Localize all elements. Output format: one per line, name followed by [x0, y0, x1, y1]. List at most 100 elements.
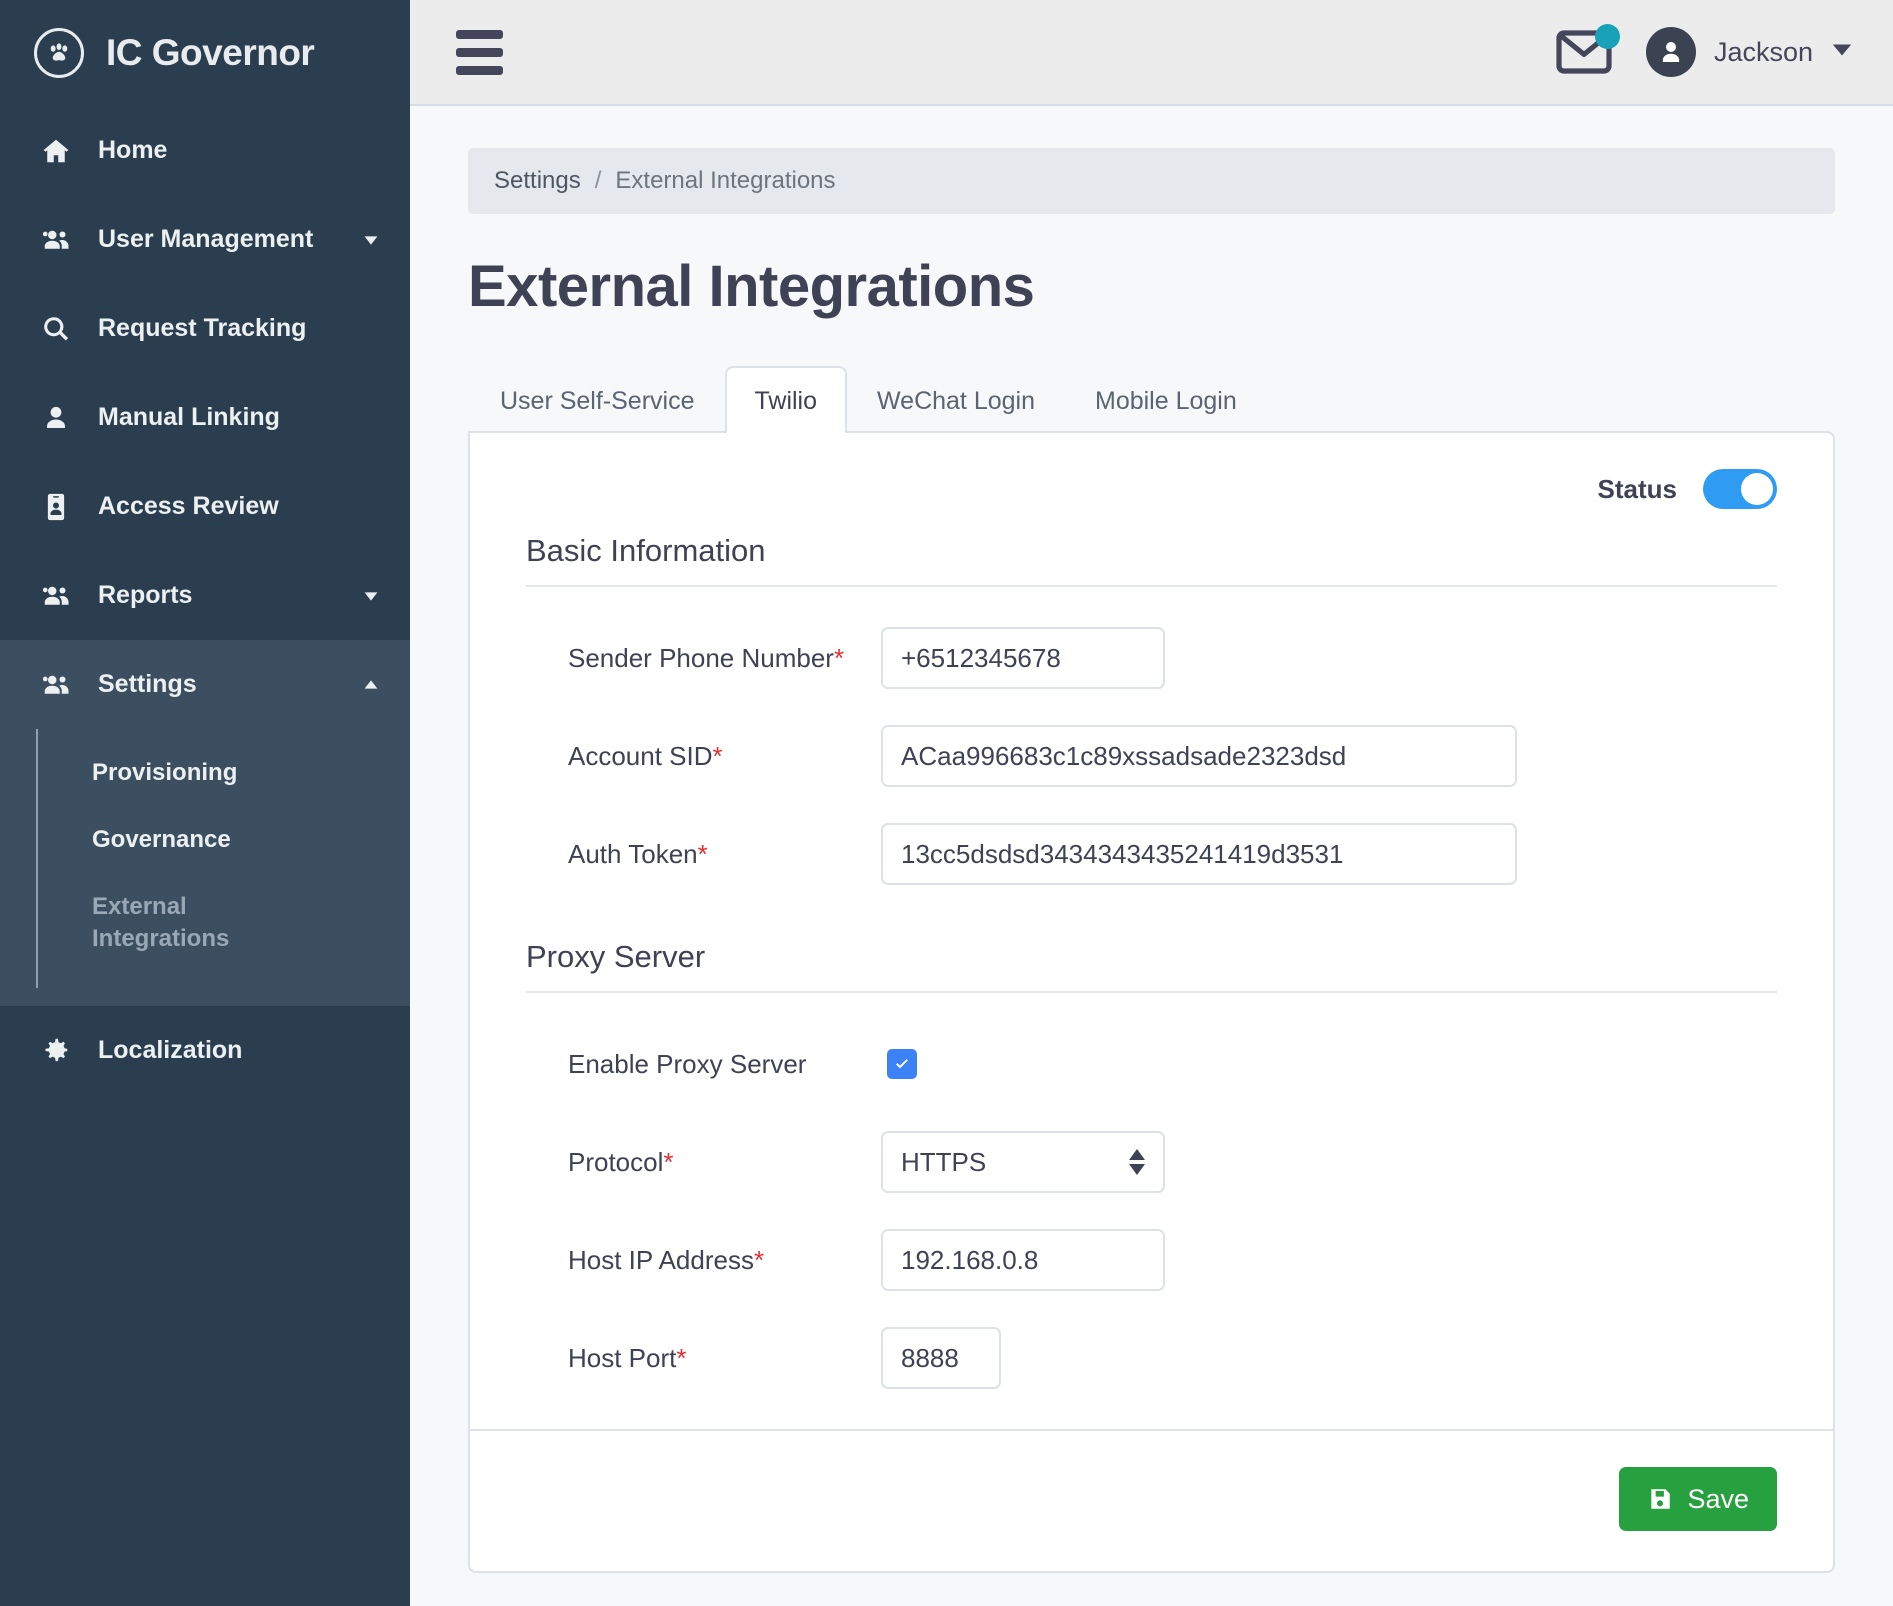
- user-name: Jackson: [1713, 36, 1813, 67]
- protocol-value: HTTPS: [901, 1146, 987, 1177]
- paw-circle-icon: [34, 28, 84, 78]
- sidebar-subnav-settings: Provisioning Governance External Integra…: [0, 729, 410, 1006]
- sidebar-group-settings: Settings Provisioning Governance Externa…: [0, 640, 410, 1006]
- breadcrumb-current: External Integrations: [615, 167, 836, 194]
- sidebar-subitem-governance[interactable]: Governance: [0, 806, 410, 873]
- topbar-actions: Jackson: [1556, 24, 1853, 77]
- notification-dot: [1594, 24, 1620, 49]
- label-text: Protocol: [568, 1146, 664, 1177]
- sidebar-subitem-label: External Integrations: [92, 893, 230, 952]
- sender-phone-number-label: Sender Phone Number*: [526, 643, 881, 674]
- required-mark: *: [753, 1244, 765, 1275]
- main-area: Jackson Settings / External Integrations…: [410, 0, 1893, 1606]
- host-port-label: Host Port*: [526, 1343, 881, 1374]
- sender-phone-number-input[interactable]: +6512345678: [881, 627, 1165, 689]
- gear-icon: [34, 1035, 78, 1065]
- envelope-icon[interactable]: [1556, 24, 1620, 74]
- protocol-select[interactable]: HTTPS: [881, 1131, 1165, 1193]
- users-icon: [34, 225, 78, 255]
- auth-token-input[interactable]: 13cc5dsdsd3434343435241419d3531: [881, 823, 1517, 885]
- account-sid-input[interactable]: ACaa996683c1c89xssadsade2323dsd: [881, 725, 1517, 787]
- home-icon: [34, 136, 78, 166]
- host-port-input[interactable]: 8888: [881, 1327, 1001, 1389]
- field-row: Account SID* ACaa996683c1c89xssadsade232…: [526, 715, 1777, 797]
- sidebar-item-label: Reports: [98, 581, 193, 609]
- field-row: Enable Proxy Server: [526, 1023, 1777, 1105]
- tab-wechat-login[interactable]: WeChat Login: [847, 366, 1065, 433]
- field-row: Protocol* HTTPS: [526, 1121, 1777, 1203]
- sidebar-item-label: Localization: [98, 1035, 243, 1064]
- enable-proxy-server-label: Enable Proxy Server: [568, 1048, 807, 1079]
- page-title: External Integrations: [468, 254, 1035, 319]
- proxy-server-section: Proxy Server Enable Proxy Server Protoco…: [470, 939, 1833, 1399]
- sidebar-item-label: Access Review: [98, 492, 279, 520]
- account-sid-label: Account SID*: [526, 741, 881, 772]
- sidebar-subitem-label: Provisioning: [92, 759, 238, 786]
- sidebar-item-label: Settings: [98, 670, 197, 698]
- status-label: Status: [1597, 473, 1677, 504]
- section-title: Basic Information: [526, 533, 766, 568]
- sidebar-item-label: Home: [98, 136, 168, 164]
- field-row: Auth Token* 13cc5dsdsd3434343435241419d3…: [526, 813, 1777, 895]
- label-text: Host IP Address: [568, 1244, 754, 1275]
- host-ip-address-label: Host IP Address*: [526, 1245, 881, 1276]
- stepper-arrows-icon[interactable]: [1129, 1149, 1145, 1175]
- chevron-down-icon[interactable]: [1831, 42, 1853, 63]
- topbar: Jackson: [410, 0, 1893, 106]
- save-button-label: Save: [1687, 1483, 1749, 1514]
- hamburger-icon[interactable]: [456, 29, 503, 75]
- brand[interactable]: IC Governor: [0, 0, 410, 106]
- sidebar-item-label: User Management: [98, 225, 314, 253]
- search-icon: [34, 314, 78, 344]
- enable-proxy-server-checkbox[interactable]: [887, 1049, 917, 1079]
- label-text: Sender Phone Number: [568, 642, 834, 673]
- sidebar-nav: Home User Management Request Tracking Ma…: [0, 106, 410, 1095]
- card-footer: Save: [470, 1429, 1833, 1571]
- id-badge-icon: [34, 492, 78, 522]
- sidebar-item-label: Request Tracking: [98, 314, 307, 342]
- breadcrumb: Settings / External Integrations: [468, 148, 1835, 214]
- tab-user-self-service[interactable]: User Self-Service: [470, 366, 725, 433]
- users-icon: [34, 581, 78, 611]
- sidebar-subitem-provisioning[interactable]: Provisioning: [0, 739, 410, 806]
- sidebar-item-access-review[interactable]: Access Review: [0, 462, 410, 551]
- breadcrumb-separator: /: [594, 167, 602, 194]
- user-icon: [34, 403, 78, 433]
- user-menu[interactable]: Jackson: [1645, 27, 1853, 77]
- tab-twilio[interactable]: Twilio: [724, 366, 848, 433]
- save-button[interactable]: Save: [1619, 1467, 1777, 1531]
- host-ip-address-input[interactable]: 192.168.0.8: [881, 1229, 1165, 1291]
- label-text: Auth Token: [568, 838, 698, 869]
- sidebar-item-settings[interactable]: Settings: [0, 640, 410, 729]
- chevron-down-icon[interactable]: [360, 229, 382, 251]
- floppy-disk-icon: [1651, 1489, 1671, 1509]
- breadcrumb-parent[interactable]: Settings: [494, 167, 581, 195]
- sidebar-subitem-external-integrations[interactable]: External Integrations: [0, 873, 410, 971]
- check-icon: [896, 1059, 908, 1069]
- status-toggle[interactable]: [1703, 469, 1777, 509]
- label-text: Host Port: [568, 1342, 677, 1373]
- protocol-label: Protocol*: [526, 1147, 881, 1178]
- sidebar-item-localization[interactable]: Localization: [0, 1006, 410, 1095]
- tab-mobile-login[interactable]: Mobile Login: [1065, 366, 1267, 433]
- sidebar-item-reports[interactable]: Reports: [0, 551, 410, 640]
- section-divider: [526, 991, 1777, 993]
- page-content: Settings / External Integrations Externa…: [410, 106, 1893, 1606]
- tab-bar: User Self-Service Twilio WeChat Login Mo…: [468, 364, 1835, 433]
- chevron-down-icon[interactable]: [360, 585, 382, 607]
- sidebar-item-user-management[interactable]: User Management: [0, 195, 410, 284]
- sidebar-item-manual-linking[interactable]: Manual Linking: [0, 373, 410, 462]
- users-icon: [34, 670, 78, 700]
- sidebar-item-home[interactable]: Home: [0, 106, 410, 195]
- avatar: [1645, 27, 1696, 77]
- section-title: Proxy Server: [526, 939, 706, 974]
- chevron-up-icon[interactable]: [360, 674, 382, 696]
- sidebar-item-request-tracking[interactable]: Request Tracking: [0, 284, 410, 373]
- status-row: Status: [470, 433, 1833, 509]
- field-row: Host IP Address* 192.168.0.8: [526, 1219, 1777, 1301]
- field-row: Host Port* 8888: [526, 1317, 1777, 1399]
- brand-title: IC Governor: [106, 32, 315, 73]
- required-mark: *: [697, 838, 708, 869]
- app-root: IC Governor Home User Management Request…: [0, 0, 1893, 1606]
- sidebar-item-label: Manual Linking: [98, 403, 280, 431]
